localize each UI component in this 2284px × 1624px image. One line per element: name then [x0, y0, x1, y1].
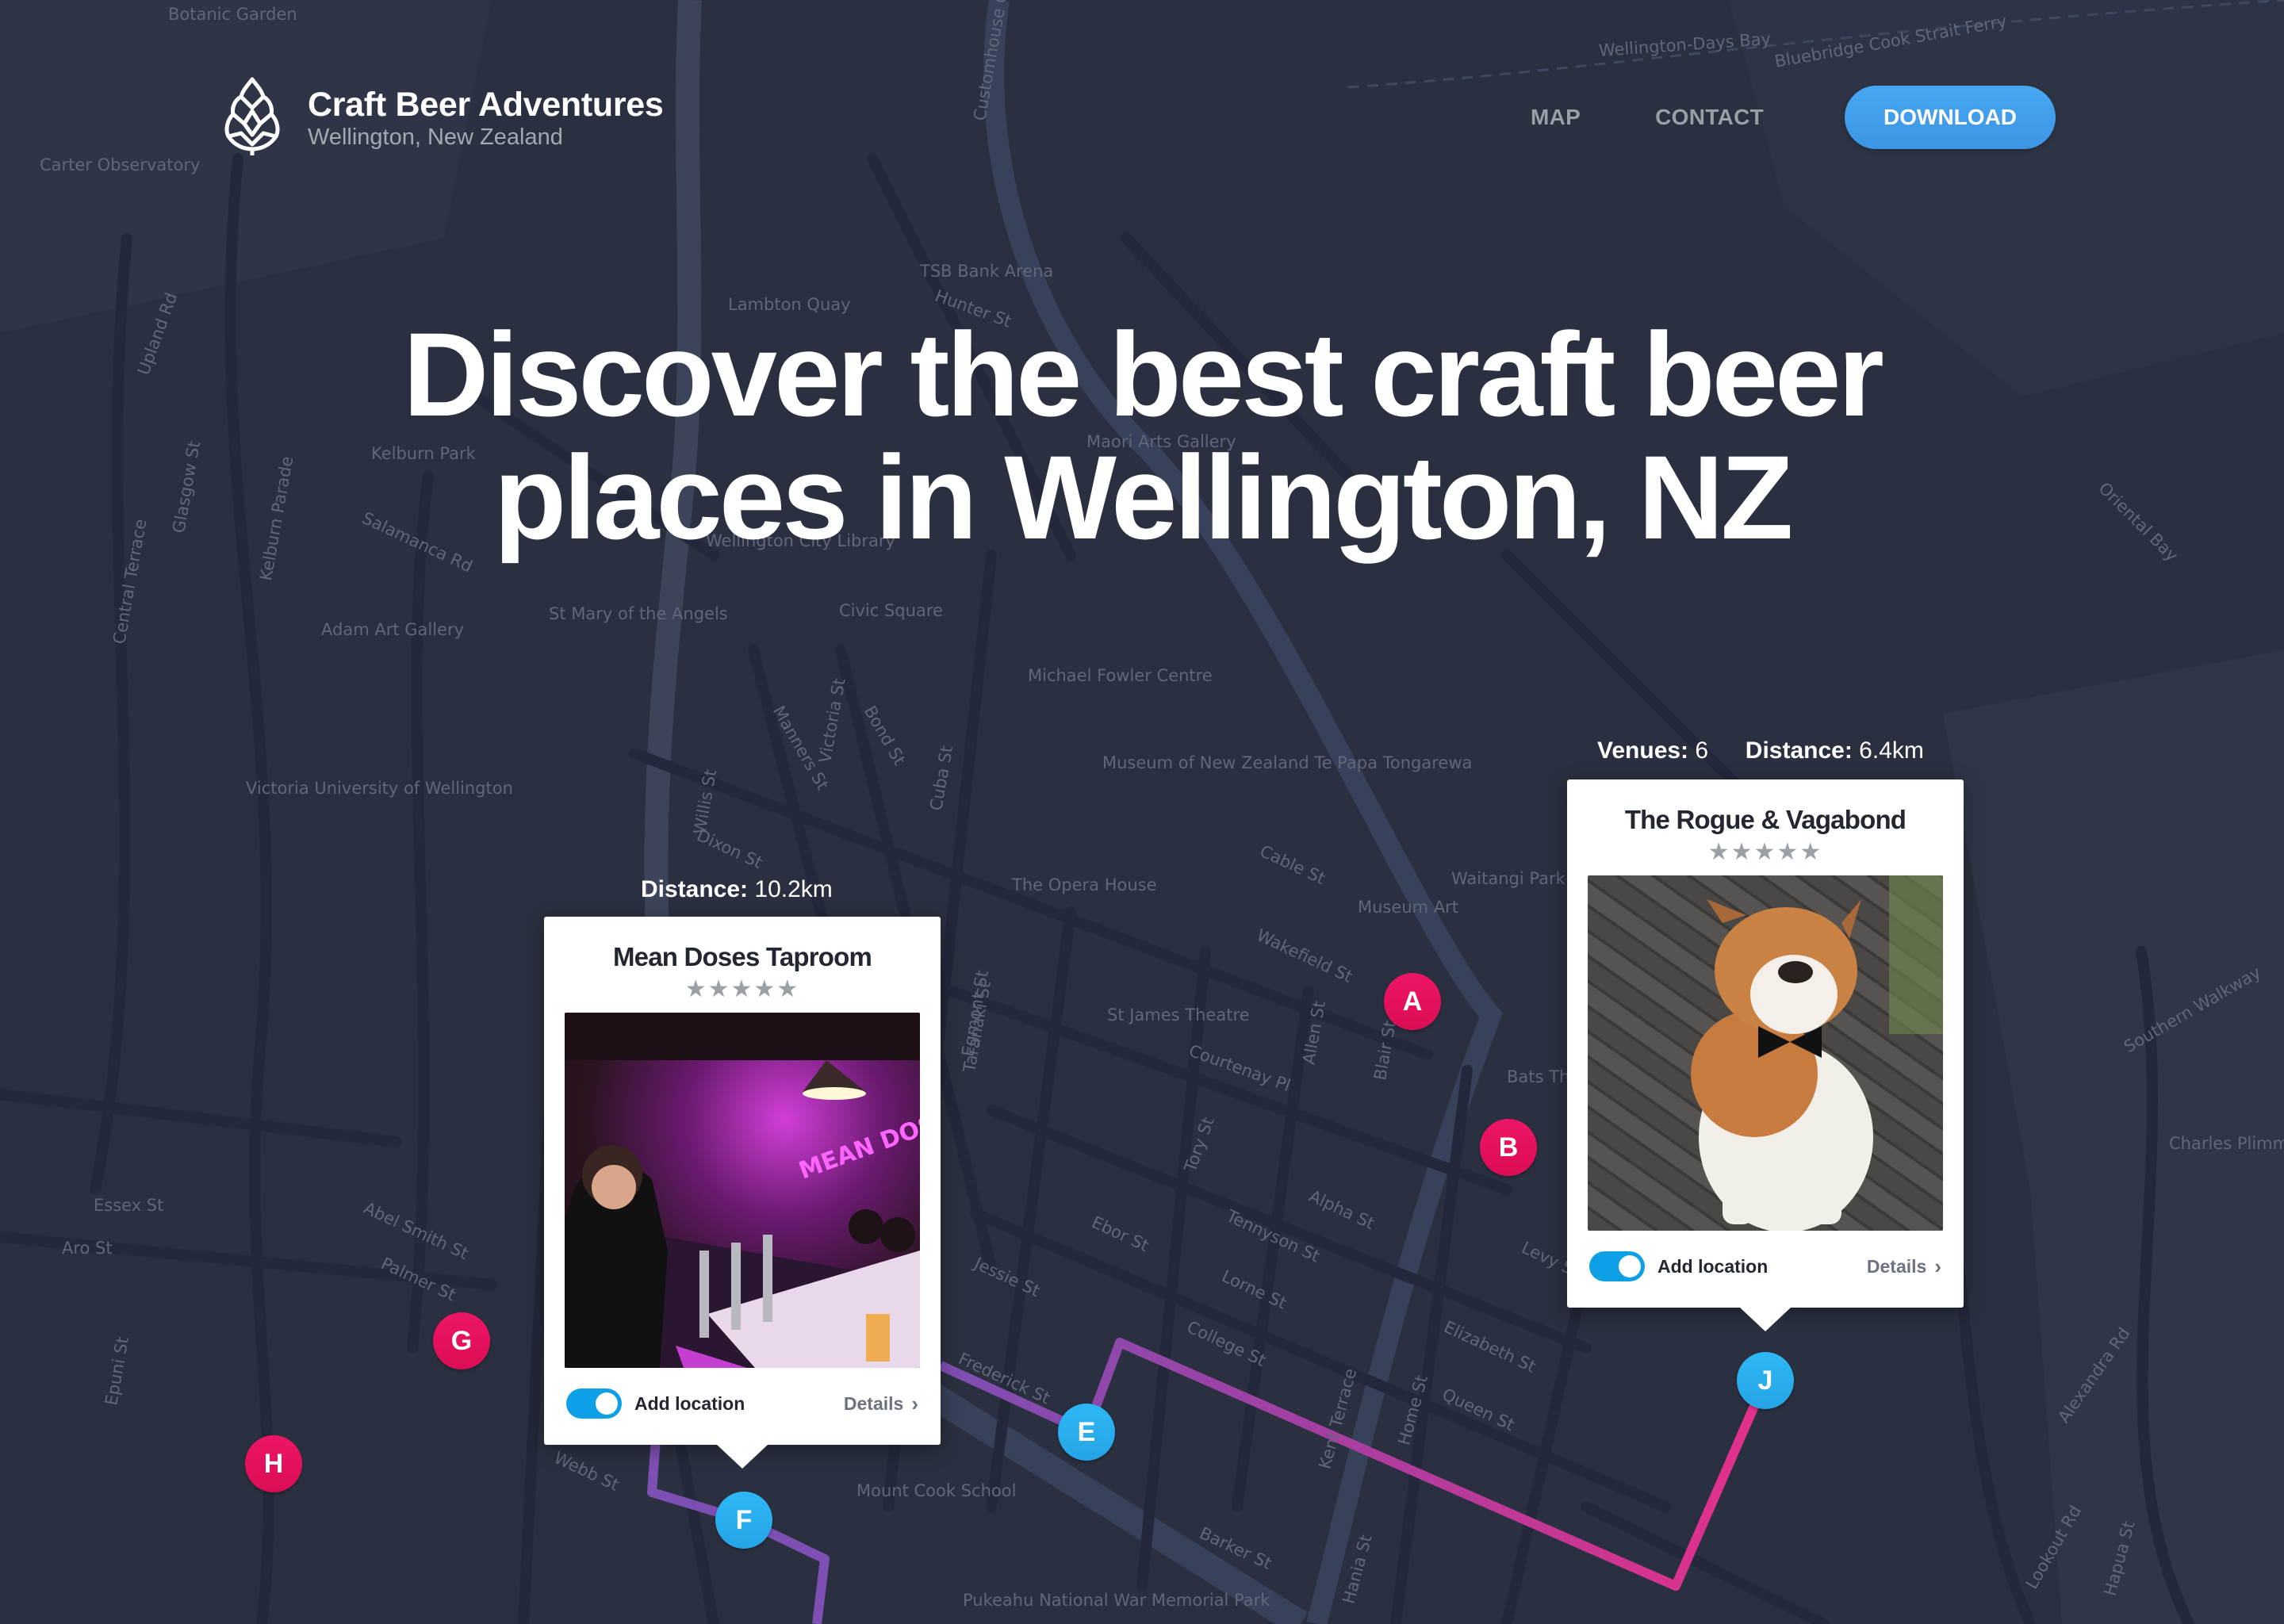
venue-card-rogue-vagabond[interactable]: The Rogue & Vagabond ★★★★★ Add location …: [1567, 779, 1964, 1331]
map-street-label: Charles Plimmer: [2169, 1134, 2284, 1153]
add-location-toggle[interactable]: [1589, 1251, 1645, 1281]
details-link[interactable]: Details ›: [1867, 1254, 1941, 1279]
hero-line-2: places in Wellington, NZ: [493, 431, 1794, 564]
map-street-label: Carter Observatory: [40, 155, 201, 174]
venue-card-mean-doses[interactable]: Mean Doses Taproom ★★★★★ MEAN DOSES Add …: [544, 917, 941, 1469]
toggle-knob: [1619, 1255, 1641, 1277]
details-label: Details: [843, 1392, 904, 1414]
details-label: Details: [1866, 1255, 1927, 1277]
map-street-label: Adam Art Gallery: [321, 620, 465, 639]
map-marker-f[interactable]: F: [715, 1492, 772, 1549]
neon-sign: MEAN DOSES: [795, 1098, 920, 1185]
chevron-right-icon: ›: [1934, 1254, 1941, 1278]
map-street-label: Pukeahu National War Memorial Park: [963, 1591, 1270, 1610]
star-rating[interactable]: ★★★★★: [544, 975, 941, 1003]
map-marker-a[interactable]: A: [1384, 973, 1441, 1030]
hero-line-1: Discover the best craft beer: [403, 308, 1884, 441]
nav-map[interactable]: MAP: [1531, 105, 1581, 130]
map-street-label: Aro St: [62, 1239, 113, 1258]
add-location-toggle[interactable]: [566, 1388, 622, 1419]
map-street-label: Waitangi Park: [1451, 869, 1565, 888]
taproom-photo-illustration: MEAN DOSES: [565, 1013, 920, 1368]
venue-photo[interactable]: MEAN DOSES: [565, 1013, 920, 1368]
map-marker-e[interactable]: E: [1058, 1404, 1115, 1461]
venues-value: 6: [1695, 737, 1709, 764]
toggle-knob: [596, 1392, 618, 1415]
venue-title: The Rogue & Vagabond: [1624, 805, 1907, 834]
map-street-label: Museum Art: [1358, 898, 1458, 917]
map-street-label: TSB Bank Arena: [920, 262, 1054, 281]
hop-cone-icon: [224, 76, 281, 159]
download-button[interactable]: DOWNLOAD: [1845, 86, 2056, 149]
add-location-label: Add location: [634, 1392, 745, 1414]
route-distance-value: 6.4km: [1859, 737, 1924, 764]
details-link[interactable]: Details ›: [844, 1392, 918, 1416]
venue-title: Mean Doses Taproom: [612, 942, 872, 971]
distance-caption-value: 10.2km: [754, 876, 833, 902]
map-street-label: St Mary of the Angels: [549, 604, 728, 623]
distance-caption: Distance: 10.2km: [641, 876, 833, 903]
map-street-label: Mount Cook School: [856, 1481, 1017, 1500]
venues-label: Venues:: [1597, 737, 1689, 764]
route-distance-label: Distance:: [1745, 737, 1853, 764]
brand[interactable]: Craft Beer Adventures Wellington, New Ze…: [224, 76, 664, 159]
map-street-label: Victoria University of Wellington: [246, 779, 513, 798]
brand-subtitle: Wellington, New Zealand: [308, 124, 563, 150]
map-marker-j[interactable]: J: [1737, 1352, 1794, 1409]
map-street-label: Botanic Garden: [168, 5, 297, 24]
hero-headline: Discover the best craft beer places in W…: [0, 313, 2284, 559]
add-location-label: Add location: [1657, 1255, 1769, 1277]
map-street-label: Essex St: [94, 1196, 164, 1215]
map-street-label: Civic Square: [839, 601, 943, 620]
brand-title: Craft Beer Adventures: [308, 85, 664, 124]
map-street-label: Museum of New Zealand Te Papa Tongarewa: [1102, 753, 1473, 772]
map-marker-h[interactable]: H: [245, 1435, 302, 1492]
map-marker-b[interactable]: B: [1480, 1119, 1537, 1176]
map-street-label: The Opera House: [1012, 875, 1157, 894]
nav-contact[interactable]: CONTACT: [1655, 105, 1764, 130]
star-rating[interactable]: ★★★★★: [1567, 838, 1964, 866]
map-street-label: Michael Fowler Centre: [1028, 666, 1213, 685]
map-street-label: St James Theatre: [1107, 1005, 1250, 1025]
main-nav: MAP CONTACT DOWNLOAD: [1531, 86, 2056, 149]
map-marker-g[interactable]: G: [433, 1312, 490, 1369]
chevron-right-icon: ›: [911, 1391, 918, 1415]
distance-caption-label: Distance:: [641, 876, 749, 902]
bulldog-photo-illustration: [1691, 875, 1943, 1231]
venue-photo[interactable]: [1588, 875, 1943, 1231]
route-summary: Venues: 6 Distance: 6.4km: [1597, 737, 1924, 764]
